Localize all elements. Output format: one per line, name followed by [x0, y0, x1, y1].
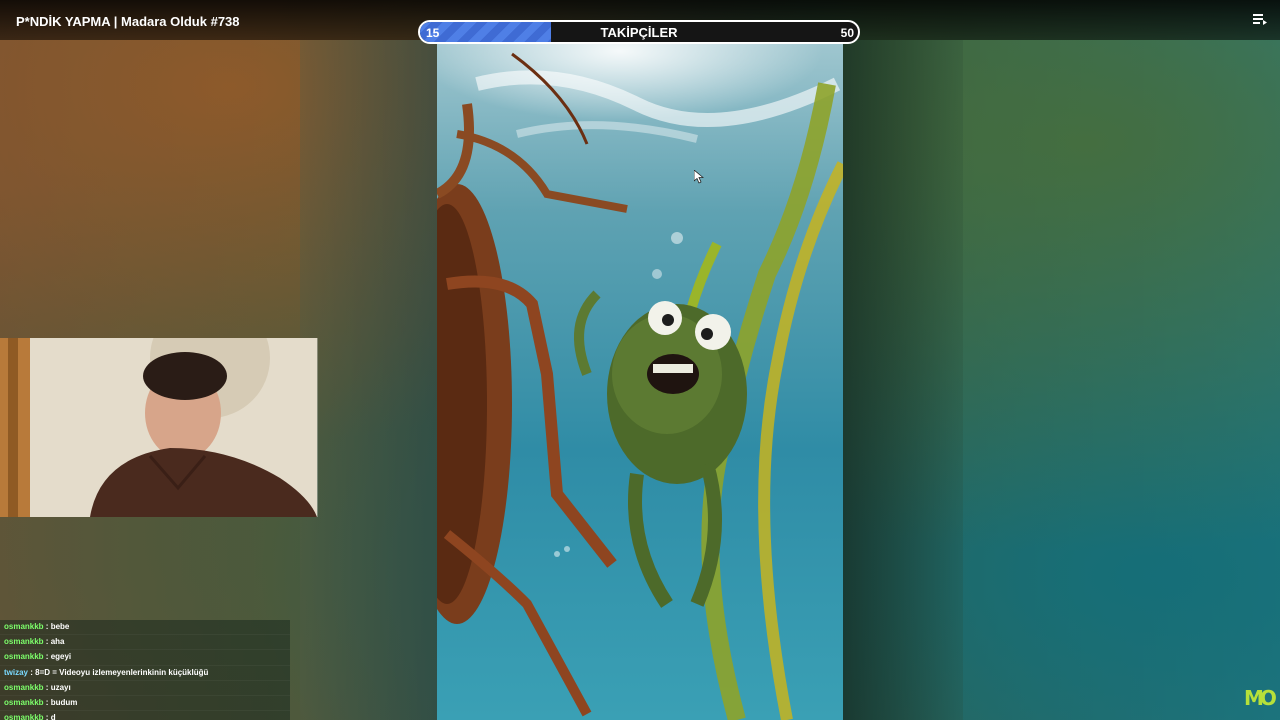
chat-text: uzayı — [50, 682, 71, 692]
chat-overlay: osmankkb : bebe osmankkb : aha osmankkb … — [0, 620, 290, 720]
video-title[interactable]: P*NDİK YAPMA | Madara Olduk #738 — [16, 14, 240, 29]
chat-text: aha — [50, 637, 65, 647]
stream-stage: osmankkb : bebe osmankkb : aha osmankkb … — [0, 0, 1280, 720]
follower-goal-bar: 15 TAKİPÇİLER 50 — [418, 20, 860, 44]
chat-username: twizay — [4, 667, 29, 677]
chat-text: bebe — [50, 622, 70, 631]
chat-username: osmankkb — [4, 652, 44, 662]
chat-username: osmankkb — [4, 697, 44, 707]
chat-message: osmankkb : egeyi — [0, 650, 290, 666]
chat-message: osmankkb : aha — [0, 635, 290, 651]
webcam-streamer-image — [0, 338, 317, 517]
chat-separator: : — [43, 697, 51, 707]
video-frame-illustration — [437, 44, 843, 720]
webcam-overlay — [0, 338, 318, 517]
chat-message: osmankkb : d — [0, 711, 290, 720]
main-video[interactable] — [437, 44, 843, 720]
follower-goal-target: 50 — [840, 26, 854, 40]
channel-logo: MO — [1244, 686, 1277, 710]
chat-message: osmankkb : budum — [0, 696, 290, 712]
chat-username: osmankkb — [4, 637, 44, 647]
chat-username: osmankkb — [4, 682, 44, 692]
chat-separator: : — [43, 622, 51, 631]
chat-message: osmankkb : bebe — [0, 620, 290, 636]
background-blur-right — [843, 40, 963, 720]
chat-separator: : — [43, 652, 51, 662]
chat-message: twizay : 8=D = Videoyu izlemeyenlerinkin… — [0, 666, 290, 681]
chat-separator: : — [43, 682, 51, 692]
chat-separator: : — [43, 637, 51, 647]
chat-username: osmankkb — [4, 622, 44, 631]
chat-text: d — [50, 713, 56, 720]
chat-text: egeyi — [50, 652, 72, 662]
chat-username: osmankkb — [4, 713, 44, 720]
chat-message: osmankkb : uzayı — [0, 681, 290, 696]
chat-text: 8=D = Videoyu izlemeyenlerinkinin küçükl… — [35, 667, 209, 677]
playlist-menu-icon[interactable] — [1252, 11, 1268, 27]
follower-goal-label: TAKİPÇİLER — [600, 25, 678, 40]
mouse-pointer-icon — [693, 169, 705, 184]
background-blur-left — [300, 40, 437, 720]
chat-separator: : — [43, 713, 51, 720]
chat-text: budum — [50, 697, 78, 707]
